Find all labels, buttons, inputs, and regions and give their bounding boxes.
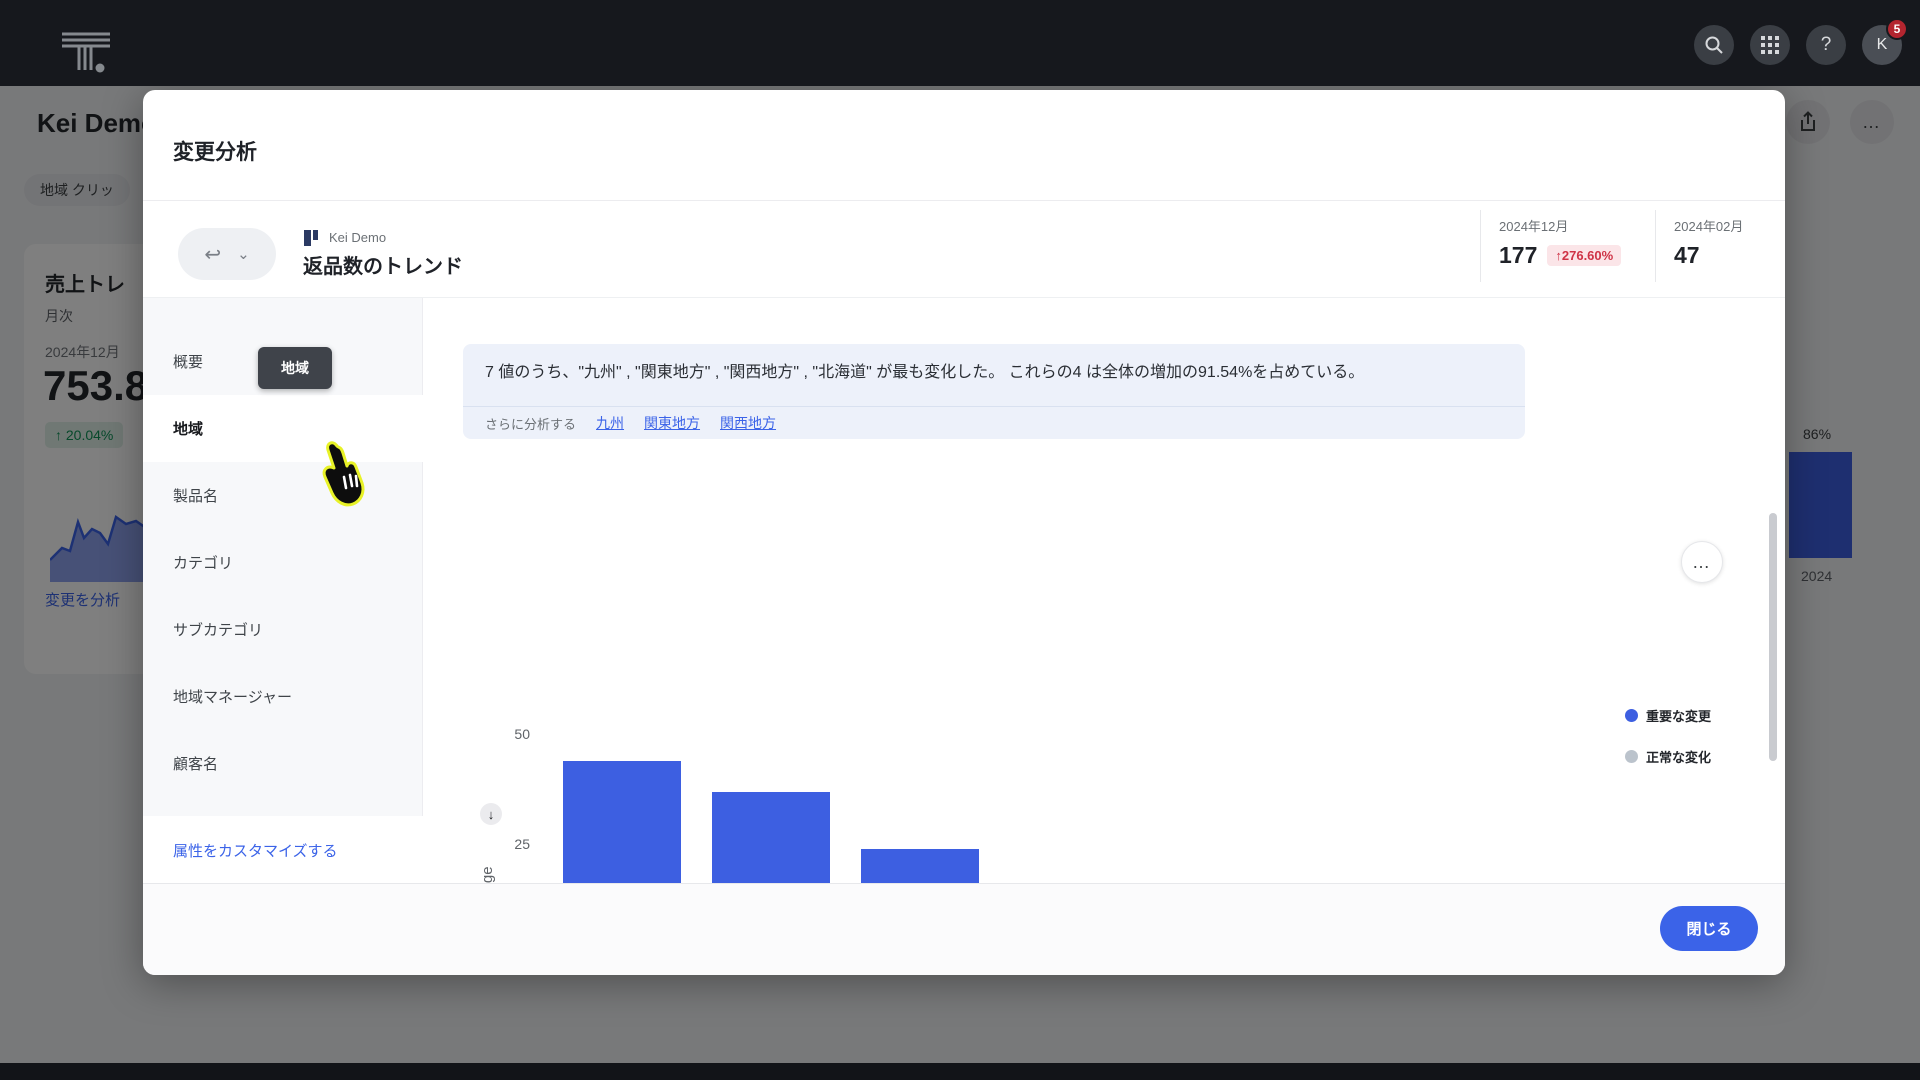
analyze-link-kanto[interactable]: 関東地方 [644, 413, 700, 433]
period-cell-current: 2024年12月 177 ↑276.60% [1480, 210, 1655, 282]
undo-back-icon[interactable]: ↩ [204, 242, 221, 267]
attribute-sidebar: 概要 地域 製品名 カテゴリ サブカテゴリ 地域マネージャー 顧客名 地域 [143, 298, 423, 816]
close-button[interactable]: 閉じる [1660, 906, 1758, 951]
sidebar-item-customer[interactable]: 顧客名 [143, 730, 422, 797]
analyze-further-label: さらに分析する [485, 414, 576, 433]
modal-body: 概要 地域 製品名 カテゴリ サブカテゴリ 地域マネージャー 顧客名 地域 属性… [143, 297, 1785, 883]
sort-direction-badge[interactable]: ↓ [480, 803, 502, 825]
app-topbar: ? K 5 [0, 0, 1920, 86]
help-icon: ? [1821, 34, 1832, 56]
back-navigation-button[interactable]: ↩ ⌄ [178, 228, 276, 280]
chart-legend: 重要な変更 正常な変化 [1625, 706, 1711, 766]
insight-text: 7 値のうち、"九州" , "関東地方" , "関西地方" , "北海道" が最… [463, 344, 1525, 406]
mouse-cursor-hand [318, 440, 368, 510]
sidebar-item-region-manager[interactable]: 地域マネージャー [143, 663, 422, 730]
legend-dot-blue [1625, 709, 1638, 722]
notification-badge: 5 [1886, 18, 1908, 40]
change-analysis-modal: 変更分析 ↩ ⌄ Kei Demo 返品数のトレンド 2024年12月 177 … [143, 90, 1785, 975]
search-icon [1704, 35, 1724, 55]
chart-more-options-button[interactable]: … [1681, 541, 1723, 583]
analyze-link-kansai[interactable]: 関西地方 [720, 413, 776, 433]
period-cell-previous: 2024年02月 47 [1655, 210, 1785, 282]
period-value: 177 [1499, 242, 1537, 269]
kpi-chart-icon [303, 229, 321, 247]
app-logo-icon[interactable] [60, 30, 112, 76]
region-tooltip: 地域 [258, 347, 332, 389]
search-button[interactable] [1694, 25, 1734, 65]
more-icon: … [1692, 552, 1712, 573]
customize-attributes-link[interactable]: 属性をカスタマイズする [173, 840, 338, 861]
chevron-down-icon[interactable]: ⌄ [237, 245, 250, 263]
legend-dot-gray [1625, 750, 1638, 763]
analyze-link-kyushu[interactable]: 九州 [596, 413, 624, 433]
modal-footer: 閉じる [143, 883, 1785, 975]
apps-grid-button[interactable] [1750, 25, 1790, 65]
user-menu[interactable]: K 5 [1862, 25, 1902, 65]
legend-item-normal[interactable]: 正常な変化 [1625, 747, 1711, 766]
bottom-window-edge [0, 1063, 1920, 1080]
sidebar-item-subcategory[interactable]: サブカテゴリ [143, 596, 422, 663]
metric-title: 返品数のトレンド [303, 250, 463, 279]
insight-box: 7 値のうち、"九州" , "関東地方" , "関西地方" , "北海道" が最… [463, 344, 1525, 439]
apps-grid-icon [1761, 36, 1779, 54]
period-value: 47 [1674, 242, 1700, 269]
down-arrow-icon: ↓ [488, 807, 495, 822]
sidebar-item-category[interactable]: カテゴリ [143, 529, 422, 596]
period-label: 2024年12月 [1499, 216, 1655, 235]
change-badge: ↑276.60% [1547, 245, 1621, 266]
legend-item-important[interactable]: 重要な変更 [1625, 706, 1711, 725]
period-label: 2024年02月 [1674, 216, 1785, 235]
help-button[interactable]: ? [1806, 25, 1846, 65]
source-label: Kei Demo [329, 230, 386, 245]
modal-title: 変更分析 [173, 136, 257, 166]
customize-attributes-row: 属性をカスタマイズする [143, 816, 422, 884]
sidebar-item-product[interactable]: 製品名 [143, 462, 422, 529]
modal-scrollbar[interactable] [1769, 513, 1777, 761]
divider [143, 200, 1785, 201]
legend-label: 正常な変化 [1646, 747, 1711, 766]
legend-label: 重要な変更 [1646, 706, 1711, 725]
y-tick-50: 50 [490, 726, 530, 742]
sidebar-item-region[interactable]: 地域 [143, 395, 424, 462]
